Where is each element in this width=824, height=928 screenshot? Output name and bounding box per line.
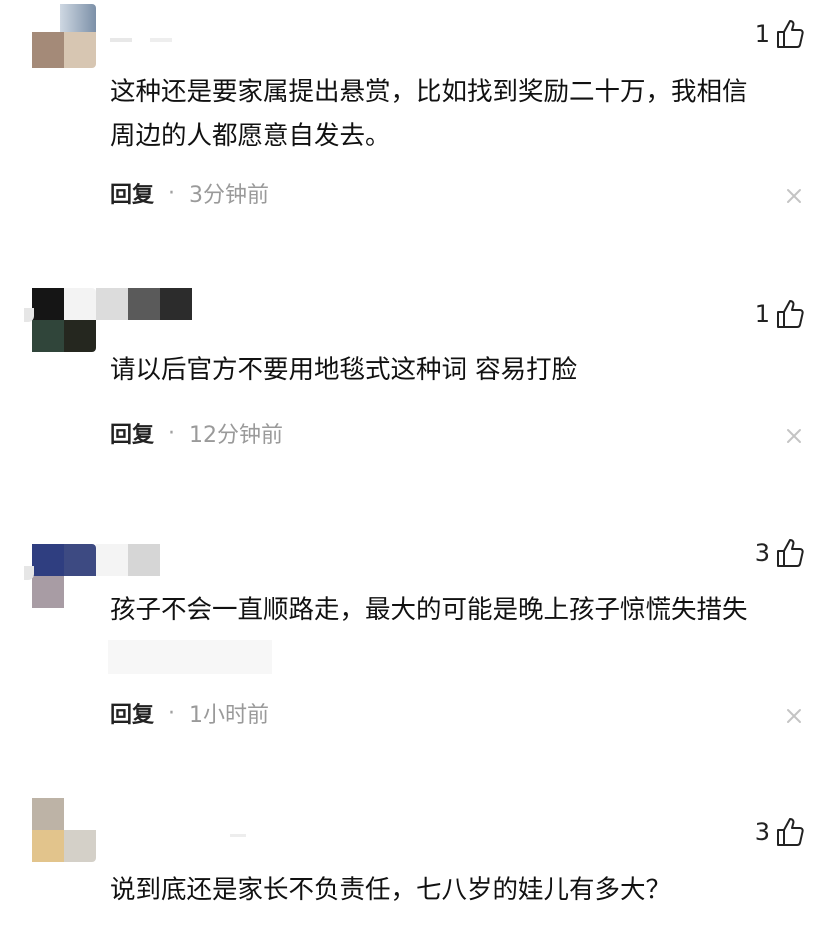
reply-button[interactable]: 回复 bbox=[110, 417, 154, 449]
close-icon[interactable] bbox=[784, 186, 804, 206]
comment-text-line: 这种还是要家属提出悬赏，比如找到奖励二十万，我相信 bbox=[110, 77, 748, 107]
timestamp: 12分钟前 bbox=[189, 423, 284, 448]
separator-dot: · bbox=[168, 700, 176, 726]
separator-dot: · bbox=[168, 420, 176, 446]
like-control[interactable]: 3 bbox=[755, 535, 804, 571]
like-control[interactable]: 1 bbox=[755, 296, 804, 332]
thumbs-up-icon[interactable] bbox=[776, 817, 804, 847]
like-control[interactable]: 1 bbox=[755, 16, 804, 52]
like-count: 3 bbox=[754, 818, 770, 846]
close-icon[interactable] bbox=[784, 426, 804, 446]
comment-text: 孩子不会一直顺路走，最大的可能是晚上孩子惊慌失措失 bbox=[110, 588, 810, 632]
like-count: 3 bbox=[754, 539, 770, 567]
thumbs-up-icon[interactable] bbox=[776, 538, 804, 568]
avatar[interactable] bbox=[24, 544, 96, 608]
avatar[interactable] bbox=[24, 798, 96, 862]
comment-text-line: 说到底还是家长不负责任，七八岁的娃儿有多大？ bbox=[110, 875, 672, 905]
like-count: 1 bbox=[754, 300, 770, 328]
comment-meta: 回复 · 1小时前 bbox=[110, 696, 269, 730]
thumbs-up-icon[interactable] bbox=[776, 299, 804, 329]
comment-meta: 回复 · 3分钟前 bbox=[110, 176, 269, 210]
blurred-text-line bbox=[108, 640, 272, 674]
comment-text-line: 周边的人都愿意自发去。 bbox=[110, 121, 391, 151]
comment-meta: 回复 · 12分钟前 bbox=[110, 416, 283, 450]
comment-text-line: 孩子不会一直顺路走，最大的可能是晚上孩子惊慌失措失 bbox=[110, 595, 748, 625]
username-blurred[interactable] bbox=[110, 34, 180, 44]
comment-text: 说到底还是家长不负责任，七八岁的娃儿有多大？ bbox=[110, 868, 810, 912]
comment-text: 请以后官方不要用地毯式这种词 容易打脸 bbox=[110, 348, 810, 392]
avatar[interactable] bbox=[24, 288, 96, 352]
username-blurred[interactable] bbox=[96, 544, 160, 576]
timestamp: 1小时前 bbox=[189, 703, 270, 728]
comment-text-line: 请以后官方不要用地毯式这种词 容易打脸 bbox=[110, 355, 578, 385]
avatar[interactable] bbox=[24, 4, 96, 68]
like-control[interactable]: 3 bbox=[755, 814, 804, 850]
username-blurred[interactable] bbox=[96, 288, 192, 320]
comment-text: 这种还是要家属提出悬赏，比如找到奖励二十万，我相信 周边的人都愿意自发去。 bbox=[110, 70, 810, 158]
separator-dot: · bbox=[168, 180, 176, 206]
timestamp: 3分钟前 bbox=[189, 183, 270, 208]
like-count: 1 bbox=[754, 20, 770, 48]
close-icon[interactable] bbox=[784, 706, 804, 726]
reply-button[interactable]: 回复 bbox=[110, 177, 154, 209]
username-blurred[interactable] bbox=[110, 830, 250, 840]
reply-button[interactable]: 回复 bbox=[110, 697, 154, 729]
thumbs-up-icon[interactable] bbox=[776, 19, 804, 49]
